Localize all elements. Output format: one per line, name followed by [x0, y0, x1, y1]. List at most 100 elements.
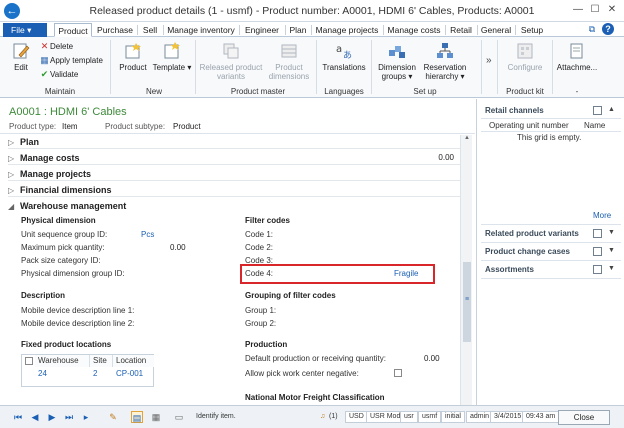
new-product-button[interactable]: Product	[116, 41, 150, 72]
tab-plan[interactable]: Plan	[287, 23, 309, 37]
chevron-right-icon: ▷	[8, 170, 15, 179]
retail-channels-heading: Retail channels	[485, 106, 544, 115]
alerts-count[interactable]: (1)	[329, 412, 338, 422]
tab-sell[interactable]: Sell	[139, 23, 161, 37]
group-setup-label: Set up	[413, 87, 437, 96]
chevron-down-icon[interactable]: ▼	[608, 247, 615, 254]
factbox-options-icon[interactable]	[593, 229, 602, 238]
svg-text:あ: あ	[343, 50, 352, 61]
cell-warehouse[interactable]: 24	[35, 368, 90, 380]
ribbon-overflow-icon[interactable]: »	[486, 55, 492, 66]
tab-purchase[interactable]: Purchase	[94, 23, 136, 37]
hierarchy-icon	[437, 43, 453, 58]
tab-retail[interactable]: Retail	[447, 23, 475, 37]
document-icon[interactable]: ▭	[173, 411, 185, 423]
validate-button[interactable]: ✔ Validate	[39, 69, 79, 80]
next-record-icon[interactable]: ▶	[46, 411, 58, 423]
new-template-button[interactable]: Template ▾	[152, 41, 192, 72]
released-product-variants-button[interactable]: Released product variants	[198, 41, 264, 81]
allow-pick-checkbox[interactable]	[394, 369, 402, 377]
help-icon[interactable]: ?	[602, 23, 614, 35]
cell-location[interactable]: CP-001	[113, 368, 154, 380]
translations-button[interactable]: aあ Translations	[320, 41, 368, 72]
delete-button[interactable]: ✕ Delete	[39, 41, 73, 52]
status-bar: ⏮ ◀ ▶ ⏭ ▸ ✎ ▤ ▦ ▭ Identify item. ♫ (1) U…	[0, 405, 624, 428]
details-view-icon[interactable]: ▤	[131, 411, 143, 423]
edit-pencil-icon[interactable]: ✎	[107, 411, 119, 423]
column-operating-unit[interactable]: Operating unit number	[489, 121, 569, 130]
status-hint: Identify item.	[196, 413, 236, 420]
fasttab-warehouse-management[interactable]: ◢ Warehouse management	[8, 199, 460, 213]
product-dimensions-button[interactable]: Product dimensions	[266, 41, 312, 81]
fasttab-plan[interactable]: ▷ Plan	[8, 135, 460, 149]
previous-record-icon[interactable]: ◀	[29, 411, 41, 423]
column-location[interactable]: Location	[113, 355, 154, 367]
fixed-locations-grid: Warehouse Site Location 24 2 CP-001	[21, 354, 154, 387]
unit-sequence-label: Unit sequence group ID:	[21, 230, 108, 239]
cell-site[interactable]: 2	[90, 368, 113, 380]
assortments-heading[interactable]: Assortments	[485, 265, 534, 274]
chevron-down-icon[interactable]: ▼	[608, 229, 615, 236]
company-indicator[interactable]: usmf	[418, 411, 442, 423]
bell-icon[interactable]: ♫	[320, 412, 325, 422]
template-icon: ▦	[40, 55, 49, 65]
minimize-icon[interactable]: —	[570, 3, 586, 17]
vertical-scrollbar[interactable]: ▲ ≡	[460, 135, 472, 405]
column-warehouse[interactable]: Warehouse	[35, 355, 90, 367]
date-indicator: 3/4/2015	[490, 411, 526, 423]
chevron-right-icon: ▷	[8, 186, 15, 195]
window-title: Released product details (1 - usmf) - Pr…	[89, 5, 535, 17]
group-attachments-label: -	[575, 87, 579, 96]
dimension-groups-button[interactable]: Dimension groups ▾	[375, 41, 419, 81]
factbox-options-icon[interactable]	[593, 106, 602, 115]
first-record-icon[interactable]: ⏮	[12, 411, 24, 423]
more-link[interactable]: More	[593, 211, 611, 220]
fasttab-manage-projects[interactable]: ▷ Manage projects	[8, 167, 460, 181]
chevron-down-icon[interactable]: ▼	[608, 265, 615, 272]
tab-manage-inventory[interactable]: Manage inventory	[165, 23, 237, 37]
tab-setup[interactable]: Setup	[517, 23, 547, 37]
ribbon: Edit ✕ Delete ▦Apply template ✔ Validate M…	[0, 37, 624, 98]
reservation-hierarchy-button[interactable]: Reservation hierarchy ▾	[421, 41, 469, 81]
last-record-icon[interactable]: ⏭	[63, 411, 75, 423]
maximize-icon[interactable]: ☐	[587, 3, 603, 17]
file-menu-button[interactable]: File ▾	[3, 23, 47, 37]
close-window-icon[interactable]: ✕	[604, 3, 620, 17]
empty-grid-text: This grid is empty.	[517, 133, 582, 142]
dimension-groups-icon	[389, 46, 405, 58]
tab-product[interactable]: Product	[54, 23, 92, 37]
grid-view-icon[interactable]: ▦	[150, 411, 162, 423]
change-cases-heading[interactable]: Product change cases	[485, 247, 570, 256]
tab-manage-costs[interactable]: Manage costs	[385, 23, 443, 37]
fasttab-financial-dimensions[interactable]: ▷ Financial dimensions	[8, 183, 460, 197]
default-qty-value[interactable]: 0.00	[424, 354, 440, 363]
attachments-button[interactable]: Attachme...	[554, 41, 600, 72]
group1-label: Group 1:	[245, 306, 277, 315]
expand-record-icon[interactable]: ▸	[80, 411, 92, 423]
max-pick-value[interactable]: 0.00	[170, 243, 186, 252]
partition-indicator: initial	[441, 411, 465, 423]
tab-manage-projects[interactable]: Manage projects	[313, 23, 381, 37]
expand-ribbon-icon[interactable]: ⧉	[586, 23, 598, 35]
configure-button[interactable]: Configure	[502, 41, 548, 72]
new-product-icon	[125, 43, 141, 59]
group-languages-label: Languages	[324, 87, 364, 96]
group2-label: Group 2:	[245, 319, 277, 328]
tab-general[interactable]: General	[479, 23, 513, 37]
column-name[interactable]: Name	[584, 121, 605, 130]
chevron-up-icon[interactable]: ▲	[608, 106, 615, 113]
product-subtype-label: Product subtype:	[105, 122, 166, 131]
factbox-options-icon[interactable]	[593, 265, 602, 274]
phys-dim-group-label: Physical dimension group ID:	[21, 269, 125, 278]
edit-button[interactable]: Edit	[6, 41, 36, 72]
apply-template-button[interactable]: ▦Apply template	[39, 55, 103, 66]
column-site[interactable]: Site	[90, 355, 113, 367]
close-button[interactable]: Close	[558, 410, 610, 425]
factbox-options-icon[interactable]	[593, 247, 602, 256]
fasttab-manage-costs[interactable]: ▷ Manage costs 0.00	[8, 151, 460, 165]
code1-label: Code 1:	[245, 230, 274, 239]
tab-engineer[interactable]: Engineer	[241, 23, 283, 37]
related-variants-heading[interactable]: Related product variants	[485, 229, 579, 238]
unit-sequence-value[interactable]: Pcs	[141, 230, 154, 239]
select-all-checkbox[interactable]	[25, 357, 33, 365]
